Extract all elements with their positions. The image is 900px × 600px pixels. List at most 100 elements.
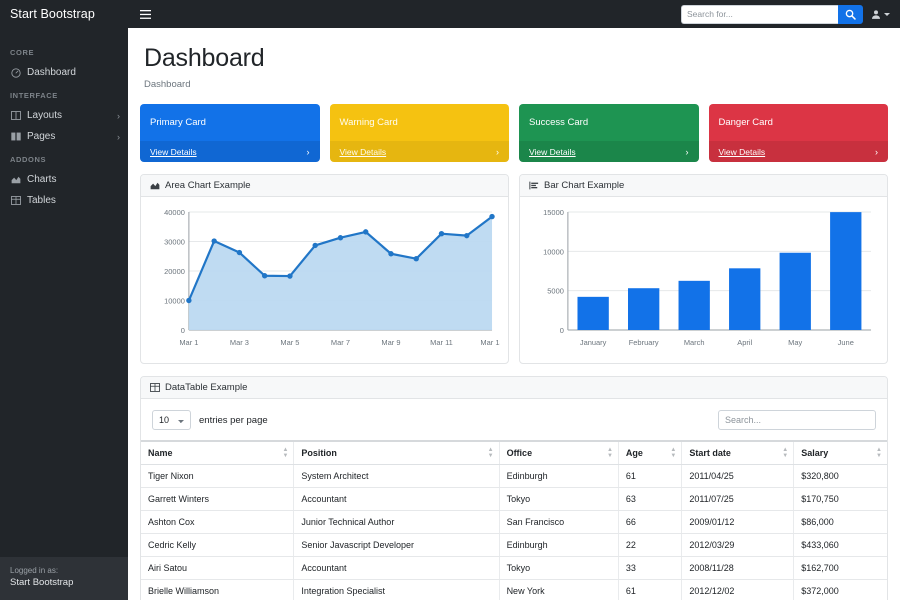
logged-in-user: Start Bootstrap — [10, 576, 118, 590]
stat-card-warning[interactable]: Warning Card View Details › — [330, 104, 510, 162]
sidebar: CORE Dashboard INTERFACE — [0, 28, 128, 600]
column-header-position[interactable]: Position▲▼ — [294, 441, 499, 465]
data-point[interactable] — [313, 243, 318, 248]
brand-link[interactable]: Start Bootstrap — [0, 7, 128, 21]
sidebar-toggle-button[interactable] — [132, 4, 158, 24]
x-tick-label: April — [737, 338, 752, 347]
data-point[interactable] — [388, 251, 393, 256]
stat-card-success[interactable]: Success Card View Details › — [519, 104, 699, 162]
stat-card-title: Warning Card — [330, 104, 510, 141]
column-header-label: Office — [507, 448, 533, 458]
sidebar-item-tables[interactable]: Tables — [0, 190, 128, 211]
bar-chart[interactable]: 050001000015000JanuaryFebruaryMarchApril… — [528, 204, 879, 352]
column-header-start-date[interactable]: Start date▲▼ — [682, 441, 794, 465]
stat-card-title: Success Card — [519, 104, 699, 141]
table-cell: $320,800 — [794, 465, 887, 488]
bar[interactable] — [628, 288, 659, 330]
table-row[interactable]: Airi SatouAccountantTokyo332008/11/28$16… — [141, 557, 887, 580]
table-header-row: Name▲▼Position▲▼Office▲▼Age▲▼Start date▲… — [141, 441, 887, 465]
bar[interactable] — [830, 212, 861, 330]
table-row[interactable]: Garrett WintersAccountantTokyo632011/07/… — [141, 488, 887, 511]
entries-per-page-label: entries per page — [199, 415, 268, 426]
x-tick-label: Mar 1 — [179, 338, 198, 347]
stat-card-footer[interactable]: View Details › — [519, 141, 699, 162]
stat-card-footer[interactable]: View Details › — [709, 141, 889, 162]
table-cell: Edinburgh — [499, 534, 618, 557]
data-point[interactable] — [186, 298, 191, 303]
stat-card-title: Primary Card — [140, 104, 320, 141]
data-point[interactable] — [363, 229, 368, 234]
stat-card-danger[interactable]: Danger Card View Details › — [709, 104, 889, 162]
y-tick-label: 10000 — [543, 247, 564, 256]
area-chart-panel: Area Chart Example 010000200003000040000… — [140, 174, 509, 364]
view-details-link[interactable]: View Details — [150, 147, 197, 157]
entries-per-page-select[interactable]: 102550100 — [152, 410, 191, 430]
bar[interactable] — [780, 253, 811, 330]
column-header-age[interactable]: Age▲▼ — [618, 441, 681, 465]
area-chart[interactable]: 010000200003000040000Mar 1Mar 3Mar 5Mar … — [149, 204, 500, 352]
x-tick-label: February — [629, 338, 659, 347]
table-cell: New York — [499, 580, 618, 600]
datatable-head: Name▲▼Position▲▼Office▲▼Age▲▼Start date▲… — [141, 441, 887, 465]
y-tick-label: 15000 — [543, 208, 564, 217]
y-tick-label: 30000 — [164, 237, 185, 246]
data-point[interactable] — [439, 231, 444, 236]
data-point[interactable] — [211, 238, 216, 243]
datatable-search-input[interactable] — [718, 410, 876, 430]
table-row[interactable]: Tiger NixonSystem ArchitectEdinburgh6120… — [141, 465, 887, 488]
search-input[interactable] — [681, 5, 838, 24]
stat-card-footer[interactable]: View Details › — [140, 141, 320, 162]
x-tick-label: May — [788, 338, 802, 347]
stat-card-footer[interactable]: View Details › — [330, 141, 510, 162]
sidebar-heading-addons: ADDONS — [0, 147, 128, 169]
bar[interactable] — [729, 268, 760, 330]
logged-in-label: Logged in as: — [10, 565, 118, 577]
bar[interactable] — [577, 297, 608, 330]
sidebar-item-dashboard[interactable]: Dashboard — [0, 62, 128, 83]
stat-card-row: Primary Card View Details › Warning Card… — [140, 104, 888, 162]
column-header-office[interactable]: Office▲▼ — [499, 441, 618, 465]
data-point[interactable] — [237, 250, 242, 255]
data-point[interactable] — [489, 214, 494, 219]
table-cell: $162,700 — [794, 557, 887, 580]
sidebar-heading-core: CORE — [0, 40, 128, 62]
table-row[interactable]: Brielle WilliamsonIntegration Specialist… — [141, 580, 887, 600]
table-cell: Airi Satou — [141, 557, 294, 580]
stat-card-primary[interactable]: Primary Card View Details › — [140, 104, 320, 162]
x-tick-label: Mar 7 — [331, 338, 350, 347]
user-menu-button[interactable] — [871, 9, 890, 20]
search-button[interactable] — [838, 5, 863, 24]
book-icon — [10, 132, 21, 141]
data-point[interactable] — [287, 273, 292, 278]
data-point[interactable] — [262, 273, 267, 278]
data-point[interactable] — [338, 235, 343, 240]
table-cell: Integration Specialist — [294, 580, 499, 600]
y-tick-label: 5000 — [547, 287, 564, 296]
sidebar-item-pages[interactable]: Pages › — [0, 126, 128, 147]
chevron-right-icon: › — [875, 147, 878, 157]
column-header-name[interactable]: Name▲▼ — [141, 441, 294, 465]
table-cell: 2012/03/29 — [682, 534, 794, 557]
sidebar-item-layouts[interactable]: Layouts › — [0, 105, 128, 126]
hamburger-icon — [140, 10, 151, 19]
page-title: Dashboard — [140, 28, 888, 73]
table-row[interactable]: Ashton CoxJunior Technical AuthorSan Fra… — [141, 511, 887, 534]
data-point[interactable] — [464, 233, 469, 238]
table-cell: San Francisco — [499, 511, 618, 534]
page-wrap: CORE Dashboard INTERFACE — [0, 28, 900, 600]
sidebar-item-charts[interactable]: Charts — [0, 169, 128, 190]
chart-area-icon — [150, 181, 160, 190]
chevron-right-icon: › — [307, 147, 310, 157]
view-details-link[interactable]: View Details — [340, 147, 387, 157]
stat-card-title: Danger Card — [709, 104, 889, 141]
column-header-salary[interactable]: Salary▲▼ — [794, 441, 887, 465]
sidebar-item-label: Dashboard — [27, 67, 120, 78]
chevron-right-icon: › — [117, 132, 120, 142]
data-point[interactable] — [414, 256, 419, 261]
bar[interactable] — [679, 281, 710, 330]
view-details-link[interactable]: View Details — [529, 147, 576, 157]
view-details-link[interactable]: View Details — [719, 147, 766, 157]
column-header-label: Name — [148, 448, 173, 458]
panel-title: Bar Chart Example — [544, 180, 624, 191]
table-row[interactable]: Cedric KellySenior Javascript DeveloperE… — [141, 534, 887, 557]
